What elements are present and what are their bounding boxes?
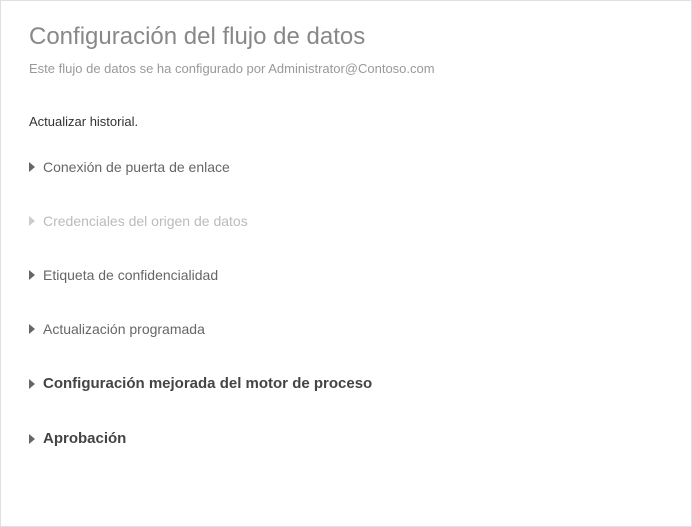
chevron-right-icon: [29, 434, 35, 444]
section-datasource-credentials[interactable]: Credenciales del origen de datos: [29, 213, 663, 229]
refresh-history-link[interactable]: Actualizar historial.: [29, 114, 663, 129]
page-title: Configuración del flujo de datos: [29, 23, 663, 51]
section-scheduled-refresh[interactable]: Actualización programada: [29, 321, 663, 337]
section-label: Etiqueta de confidencialidad: [43, 267, 218, 283]
chevron-right-icon: [29, 379, 35, 389]
chevron-right-icon: [29, 270, 35, 280]
section-sensitivity-label[interactable]: Etiqueta de confidencialidad: [29, 267, 663, 283]
section-label: Actualización programada: [43, 321, 205, 337]
settings-page: Configuración del flujo de datos Este fl…: [1, 1, 691, 507]
section-approval[interactable]: Aprobación: [29, 430, 663, 447]
section-gateway-connection[interactable]: Conexión de puerta de enlace: [29, 159, 663, 175]
section-label: Credenciales del origen de datos: [43, 213, 248, 229]
chevron-right-icon: [29, 216, 35, 226]
section-label: Configuración mejorada del motor de proc…: [43, 375, 372, 392]
section-label: Aprobación: [43, 430, 126, 447]
section-label: Conexión de puerta de enlace: [43, 159, 230, 175]
section-enhanced-compute-engine[interactable]: Configuración mejorada del motor de proc…: [29, 375, 663, 392]
chevron-right-icon: [29, 162, 35, 172]
page-subtitle: Este flujo de datos se ha configurado po…: [29, 61, 663, 76]
chevron-right-icon: [29, 324, 35, 334]
